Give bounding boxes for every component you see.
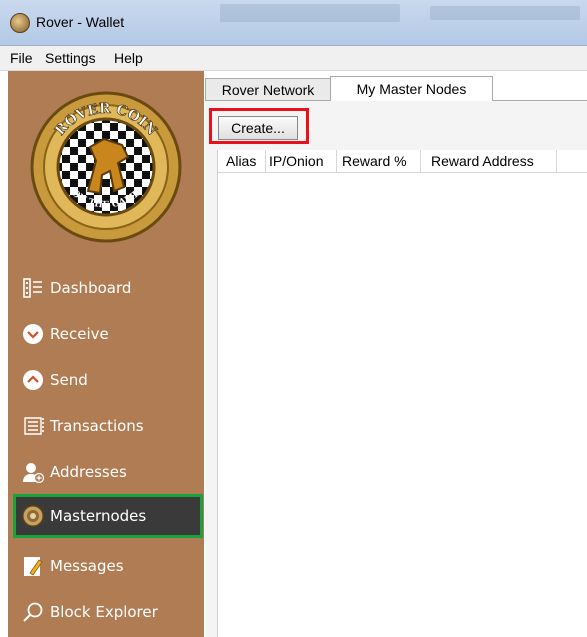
sidebar-item-receive[interactable]: Receive (16, 315, 202, 353)
app-icon (10, 13, 30, 33)
send-icon (22, 369, 44, 391)
sidebar-item-label: Addresses (50, 463, 127, 481)
column-separator (556, 150, 557, 172)
receive-icon (22, 323, 44, 345)
menu-bar: File Settings Help (0, 46, 587, 71)
sidebar-item-block-explorer[interactable]: Block Explorer (16, 593, 202, 631)
menu-settings[interactable]: Settings (45, 50, 96, 66)
sidebar-item-label: Block Explorer (50, 603, 158, 621)
masternodes-icon (22, 505, 44, 527)
title-bar-blur (220, 4, 400, 22)
column-separator (265, 150, 266, 172)
transactions-icon (22, 415, 44, 437)
dashboard-icon (22, 277, 44, 299)
sidebar-item-transactions[interactable]: Transactions (16, 407, 202, 445)
title-bar-blur (430, 6, 580, 20)
sidebar-item-masternodes[interactable]: Masternodes (13, 494, 203, 538)
column-header-reward-address[interactable]: Reward Address (431, 153, 534, 169)
column-separator (336, 150, 337, 172)
main-content: Rover Network My Master Nodes Create... … (205, 71, 587, 637)
messages-icon (22, 555, 44, 577)
sidebar-item-label: Transactions (50, 417, 144, 435)
menu-file[interactable]: File (10, 50, 33, 66)
column-header-alias[interactable]: Alias (226, 153, 256, 169)
column-header-ip-onion[interactable]: IP/Onion (269, 153, 323, 169)
sidebar-item-label: Dashboard (50, 279, 132, 297)
sidebar-item-send[interactable]: Send (16, 361, 202, 399)
addresses-icon (22, 461, 44, 483)
column-header-reward-pct[interactable]: Reward % (342, 153, 407, 169)
title-bar: Rover - Wallet (0, 0, 587, 46)
masternodes-table: Alias IP/Onion Reward % Reward Address (217, 150, 587, 637)
create-highlight: Create... (209, 108, 309, 144)
tab-bar: Rover Network My Master Nodes (205, 76, 587, 101)
sidebar: ROVER COIN ON THE GAME Dashboard Receive… (8, 71, 204, 637)
sidebar-item-messages[interactable]: Messages (16, 547, 202, 585)
menu-help[interactable]: Help (114, 50, 143, 66)
column-separator (420, 150, 421, 172)
window-title: Rover - Wallet (36, 14, 125, 30)
sidebar-item-label: Receive (50, 325, 109, 343)
tab-rover-network[interactable]: Rover Network (205, 78, 331, 100)
sidebar-item-addresses[interactable]: Addresses (16, 453, 202, 491)
rover-coin-logo: ROVER COIN ON THE GAME (30, 91, 182, 243)
create-button[interactable]: Create... (218, 116, 298, 140)
tab-my-master-nodes[interactable]: My Master Nodes (330, 76, 493, 101)
table-header: Alias IP/Onion Reward % Reward Address (218, 150, 587, 173)
sidebar-item-label: Masternodes (50, 507, 147, 525)
sidebar-item-dashboard[interactable]: Dashboard (16, 269, 202, 307)
master-nodes-pane: Create... Alias IP/Onion Reward % Reward… (205, 101, 587, 637)
sidebar-item-label: Send (50, 371, 88, 389)
search-icon (22, 601, 44, 623)
sidebar-item-label: Messages (50, 557, 124, 575)
